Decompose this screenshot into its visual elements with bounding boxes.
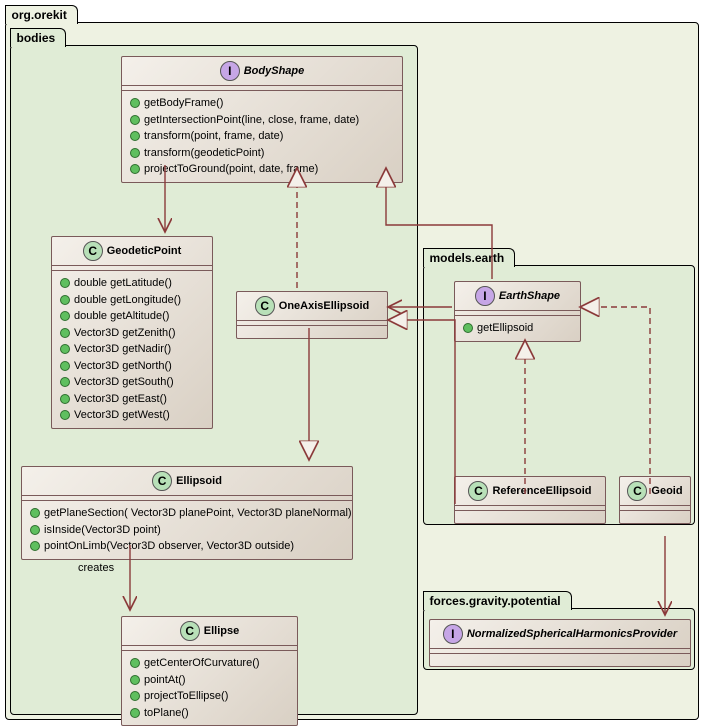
class-body: getEllipsoid xyxy=(455,316,580,341)
method: getEllipsoid xyxy=(463,320,572,337)
interface-icon: I xyxy=(443,624,463,644)
package-bodies: bodies I BodyShape getBodyFrame() getInt… xyxy=(10,45,418,715)
public-icon xyxy=(30,541,40,551)
method: toPlane() xyxy=(130,705,289,722)
public-icon xyxy=(130,675,140,685)
method: getIntersectionPoint(line, close, frame,… xyxy=(130,112,394,129)
class-name: Ellipsoid xyxy=(176,475,222,487)
class-header: C OneAxisEllipsoid xyxy=(237,292,387,321)
public-icon xyxy=(463,323,473,333)
edge-label-creates: creates xyxy=(78,562,114,574)
public-icon xyxy=(130,708,140,718)
public-icon xyxy=(60,278,70,288)
package-tab-bodies: bodies xyxy=(10,28,67,47)
method: getPlaneSection( Vector3D planePoint, Ve… xyxy=(30,505,344,522)
class-earthshape: I EarthShape getEllipsoid xyxy=(454,281,581,342)
class-name: NormalizedSphericalHarmonicsProvider xyxy=(467,628,677,640)
public-icon xyxy=(60,361,70,371)
interface-icon: I xyxy=(475,286,495,306)
public-icon xyxy=(60,328,70,338)
package-models-earth: models.earth I EarthShape getEllipsoid C… xyxy=(423,265,695,525)
method: double getLongitude() xyxy=(60,292,204,309)
method: Vector3D getNorth() xyxy=(60,358,204,375)
method: getCenterOfCurvature() xyxy=(130,655,289,672)
class-bodyshape: I BodyShape getBodyFrame() getIntersecti… xyxy=(121,56,403,183)
method: transform(geodeticPoint) xyxy=(130,145,394,162)
class-body xyxy=(620,511,690,523)
class-name: GeodeticPoint xyxy=(107,245,182,257)
method: isInside(Vector3D point) xyxy=(30,522,344,539)
class-body: getCenterOfCurvature() pointAt() project… xyxy=(122,651,297,725)
method: double getAltitude() xyxy=(60,308,204,325)
public-icon xyxy=(60,311,70,321)
public-icon xyxy=(60,295,70,305)
class-geoid: C Geoid xyxy=(619,476,691,524)
class-normalizedsphericalharmonicsprovider: I NormalizedSphericalHarmonicsProvider xyxy=(429,619,691,667)
class-body: getBodyFrame() getIntersectionPoint(line… xyxy=(122,91,402,182)
public-icon xyxy=(130,115,140,125)
class-body: getPlaneSection( Vector3D planePoint, Ve… xyxy=(22,501,352,559)
class-referenceellipsoid: C ReferenceEllipsoid xyxy=(454,476,606,524)
public-icon xyxy=(30,525,40,535)
interface-icon: I xyxy=(220,61,240,81)
method: pointOnLimb(Vector3D observer, Vector3D … xyxy=(30,538,344,555)
public-icon xyxy=(130,164,140,174)
class-name: EarthShape xyxy=(499,290,560,302)
package-org-orekit: org.orekit bodies I BodyShape getBodyFra… xyxy=(5,22,699,720)
class-icon: C xyxy=(180,621,200,641)
public-icon xyxy=(30,508,40,518)
class-header: I EarthShape xyxy=(455,282,580,311)
public-icon xyxy=(60,377,70,387)
method: Vector3D getZenith() xyxy=(60,325,204,342)
method: Vector3D getWest() xyxy=(60,407,204,424)
method: Vector3D getNadir() xyxy=(60,341,204,358)
method: transform(point, frame, date) xyxy=(130,128,394,145)
class-body xyxy=(237,326,387,338)
class-header: C ReferenceEllipsoid xyxy=(455,477,605,506)
package-tab-forces-gravity: forces.gravity.potential xyxy=(423,591,572,610)
class-oneaxisellipsoid: C OneAxisEllipsoid xyxy=(236,291,388,339)
method: Vector3D getEast() xyxy=(60,391,204,408)
package-tab-org-orekit: org.orekit xyxy=(5,5,78,24)
class-icon: C xyxy=(627,481,647,501)
method: projectToGround(point, date, frame) xyxy=(130,161,394,178)
public-icon xyxy=(130,98,140,108)
class-ellipsoid: C Ellipsoid getPlaneSection( Vector3D pl… xyxy=(21,466,353,560)
class-name: Geoid xyxy=(651,485,682,497)
method: getBodyFrame() xyxy=(130,95,394,112)
public-icon xyxy=(130,148,140,158)
class-header: I NormalizedSphericalHarmonicsProvider xyxy=(430,620,690,649)
class-name: OneAxisEllipsoid xyxy=(279,300,369,312)
method: double getLatitude() xyxy=(60,275,204,292)
class-name: Ellipse xyxy=(204,625,239,637)
public-icon xyxy=(60,344,70,354)
class-header: C Ellipse xyxy=(122,617,297,646)
class-name: ReferenceEllipsoid xyxy=(492,485,591,497)
class-header: C GeodeticPoint xyxy=(52,237,212,266)
class-body: double getLatitude() double getLongitude… xyxy=(52,271,212,428)
public-icon xyxy=(60,410,70,420)
class-name: BodyShape xyxy=(244,65,305,77)
method: projectToEllipse() xyxy=(130,688,289,705)
class-header: I BodyShape xyxy=(122,57,402,86)
class-icon: C xyxy=(83,241,103,261)
public-icon xyxy=(130,691,140,701)
class-icon: C xyxy=(152,471,172,491)
package-tab-models-earth: models.earth xyxy=(423,248,516,267)
public-icon xyxy=(130,658,140,668)
class-icon: C xyxy=(255,296,275,316)
method: pointAt() xyxy=(130,672,289,689)
class-geodeticpoint: C GeodeticPoint double getLatitude() dou… xyxy=(51,236,213,429)
class-header: C Ellipsoid xyxy=(22,467,352,496)
public-icon xyxy=(60,394,70,404)
public-icon xyxy=(130,131,140,141)
method: Vector3D getSouth() xyxy=(60,374,204,391)
class-ellipse: C Ellipse getCenterOfCurvature() pointAt… xyxy=(121,616,298,726)
class-body xyxy=(455,511,605,523)
class-header: C Geoid xyxy=(620,477,690,506)
package-forces-gravity-potential: forces.gravity.potential I NormalizedSph… xyxy=(423,608,695,670)
class-icon: C xyxy=(468,481,488,501)
class-body xyxy=(430,654,690,666)
